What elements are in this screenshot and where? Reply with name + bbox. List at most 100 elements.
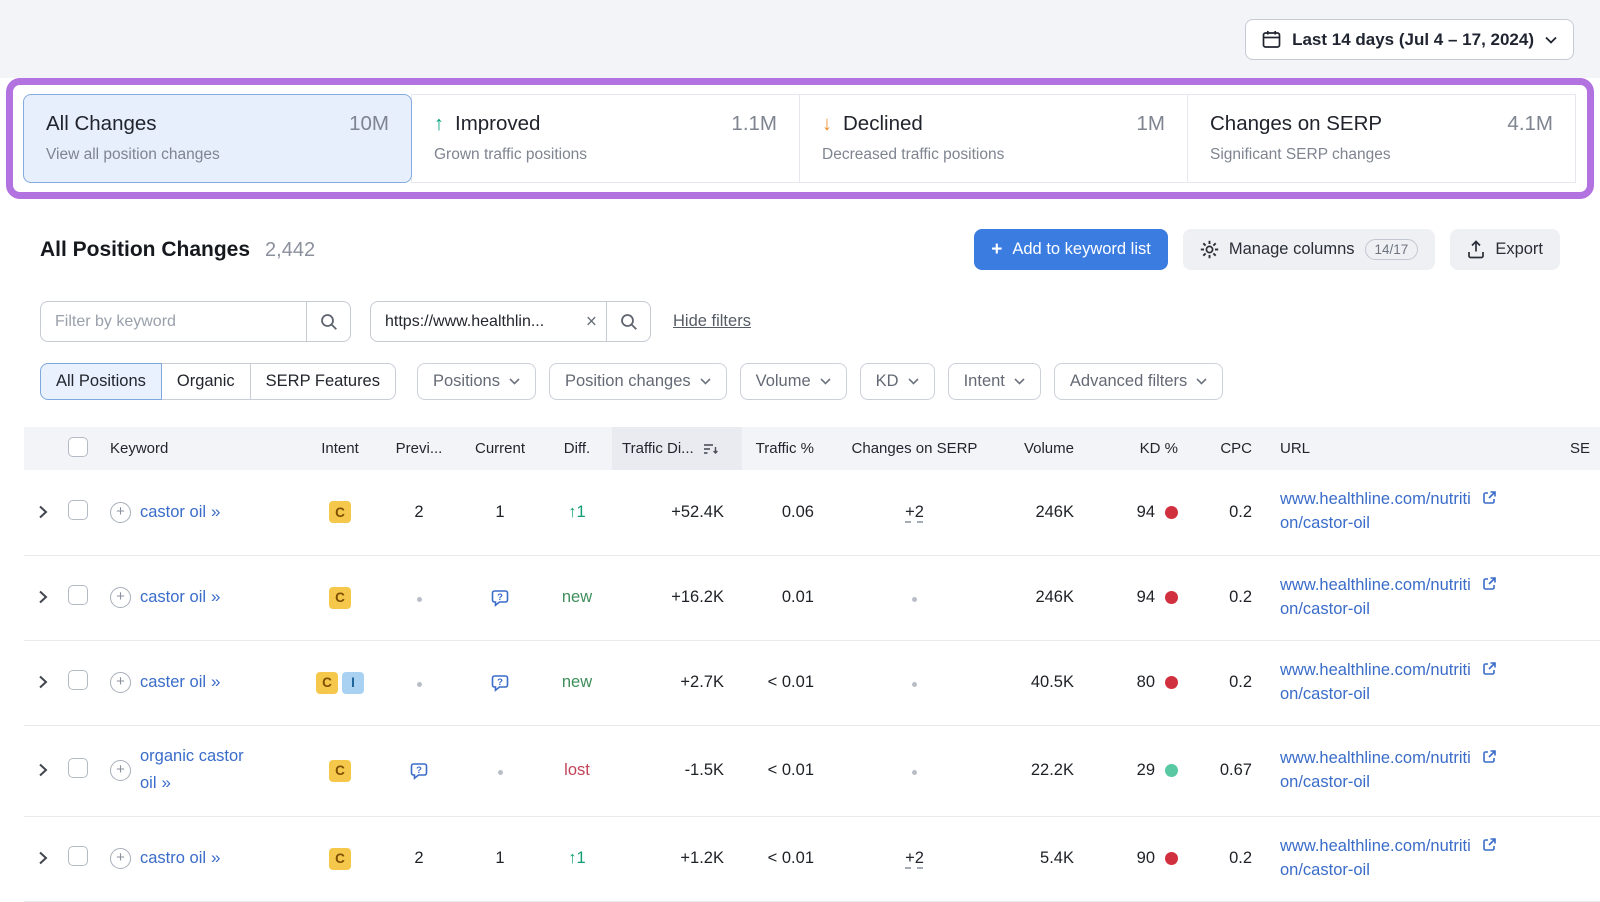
add-keyword-icon[interactable]: +: [110, 587, 131, 608]
col-traffic-pct[interactable]: Traffic %: [742, 427, 832, 470]
row-checkbox[interactable]: [68, 500, 88, 520]
external-link-icon[interactable]: [1482, 490, 1497, 505]
open-keyword-icon[interactable]: »: [211, 848, 220, 867]
expand-row-icon[interactable]: [34, 500, 53, 524]
keyword-filter-input[interactable]: [40, 301, 307, 342]
url-link[interactable]: www.healthline.com/nutrition/castor-oil: [1280, 659, 1476, 707]
tab-declined[interactable]: ↓ Declined 1M Decreased traffic position…: [799, 94, 1188, 183]
add-keyword-icon[interactable]: +: [110, 760, 131, 781]
kd-filter-dropdown[interactable]: KD: [860, 363, 935, 400]
kd-value: 80: [1137, 673, 1155, 692]
url-link[interactable]: www.healthline.com/nutrition/castor-oil: [1280, 747, 1476, 795]
export-label: Export: [1495, 240, 1543, 259]
row-checkbox[interactable]: [68, 758, 88, 778]
intent-filter-dropdown[interactable]: Intent: [948, 363, 1041, 400]
col-diff[interactable]: Diff.: [542, 427, 612, 470]
row-checkbox[interactable]: [68, 846, 88, 866]
external-link-icon[interactable]: [1482, 576, 1497, 591]
external-link-icon[interactable]: [1482, 837, 1497, 852]
traffic-pct-value: < 0.01: [768, 761, 814, 779]
add-keyword-icon[interactable]: +: [110, 848, 131, 869]
no-position-dot: [417, 597, 422, 602]
gear-icon: [1200, 240, 1219, 259]
tab-all-changes[interactable]: All Changes 10M View all position change…: [23, 94, 412, 183]
filter-chips-row: All Positions Organic SERP Features Posi…: [0, 363, 1600, 400]
date-range-picker[interactable]: Last 14 days (Jul 4 – 17, 2024): [1245, 19, 1574, 60]
tab-count: 4.1M: [1507, 112, 1553, 136]
position-changes-filter-dropdown[interactable]: Position changes: [549, 363, 727, 400]
chevron-down-icon: [509, 378, 520, 385]
chip-serp-features[interactable]: SERP Features: [250, 363, 396, 400]
kd-level-dot: [1165, 676, 1178, 689]
col-intent[interactable]: Intent: [300, 427, 380, 470]
open-keyword-icon[interactable]: »: [211, 502, 220, 521]
svg-text:?: ?: [497, 677, 503, 688]
hide-filters-link[interactable]: Hide filters: [673, 312, 751, 331]
col-previous[interactable]: Previ...: [380, 427, 458, 470]
col-url[interactable]: URL: [1270, 427, 1560, 470]
volume-filter-dropdown[interactable]: Volume: [740, 363, 847, 400]
keyword-search-button[interactable]: [306, 301, 351, 342]
serp-changes-link[interactable]: +2: [905, 503, 924, 521]
add-keyword-icon[interactable]: +: [110, 672, 131, 693]
chip-organic[interactable]: Organic: [161, 363, 251, 400]
expand-row-icon[interactable]: [34, 758, 53, 782]
row-checkbox[interactable]: [68, 670, 88, 690]
keyword-link[interactable]: organic castor oil: [140, 747, 244, 792]
col-volume[interactable]: Volume: [997, 427, 1092, 470]
sort-descending-icon: [703, 443, 718, 455]
tab-count: 10M: [349, 112, 389, 136]
open-keyword-icon[interactable]: »: [162, 773, 171, 792]
url-search-button[interactable]: [606, 301, 651, 342]
open-keyword-icon[interactable]: »: [211, 587, 220, 606]
col-current[interactable]: Current: [458, 427, 542, 470]
keyword-link[interactable]: castor oil: [140, 503, 206, 521]
volume-value: 246K: [1035, 503, 1074, 521]
advanced-filters-dropdown[interactable]: Advanced filters: [1054, 363, 1223, 400]
url-link[interactable]: www.healthline.com/nutrition/castor-oil: [1280, 574, 1476, 622]
row-checkbox[interactable]: [68, 585, 88, 605]
expand-row-icon[interactable]: [34, 585, 53, 609]
open-keyword-icon[interactable]: »: [211, 672, 220, 691]
col-changes-on-serp[interactable]: Changes on SERP: [832, 427, 997, 470]
positions-filter-dropdown[interactable]: Positions: [417, 363, 536, 400]
manage-columns-button[interactable]: Manage columns 14/17: [1183, 229, 1435, 270]
tab-changes-on-serp[interactable]: Changes on SERP 4.1M Significant SERP ch…: [1187, 94, 1576, 183]
position-diff: new: [562, 673, 592, 691]
expand-row-icon[interactable]: [34, 670, 53, 694]
external-link-icon[interactable]: [1482, 661, 1497, 676]
clear-url-icon[interactable]: ×: [586, 312, 597, 331]
tab-label: All Changes: [46, 112, 157, 136]
volume-value: 22.2K: [1031, 761, 1074, 779]
col-keyword[interactable]: Keyword: [100, 427, 300, 470]
col-traffic-diff[interactable]: Traffic Di...: [612, 427, 742, 470]
url-link[interactable]: www.healthline.com/nutrition/castor-oil: [1280, 488, 1476, 536]
url-filter-input[interactable]: [370, 301, 607, 342]
col-cpc[interactable]: CPC: [1192, 427, 1270, 470]
intent-commercial-badge: C: [329, 501, 351, 523]
keyword-link[interactable]: castor oil: [140, 588, 206, 606]
add-to-keyword-list-button[interactable]: + Add to keyword list: [974, 229, 1168, 270]
keyword-link[interactable]: caster oil: [140, 673, 206, 691]
serp-changes-link[interactable]: +2: [905, 849, 924, 867]
traffic-pct-value: < 0.01: [768, 849, 814, 867]
external-link-icon[interactable]: [1482, 749, 1497, 764]
plus-icon: +: [991, 239, 1002, 261]
select-all-checkbox[interactable]: [68, 437, 88, 457]
export-button[interactable]: Export: [1450, 229, 1560, 270]
col-kd[interactable]: KD %: [1092, 427, 1192, 470]
chevron-down-icon: [908, 378, 919, 385]
tab-improved[interactable]: ↑ Improved 1.1M Grown traffic positions: [411, 94, 800, 183]
table-row: + castro oil» C 2 1 ↑1 +1.2K < 0.01 +2 5…: [24, 816, 1600, 901]
add-keyword-icon[interactable]: +: [110, 502, 131, 523]
intent-commercial-badge: C: [329, 760, 351, 782]
url-link[interactable]: www.healthline.com/nutrition/castor-oil: [1280, 835, 1476, 883]
tab-description: Grown traffic positions: [434, 146, 777, 164]
kd-level-dot: [1165, 506, 1178, 519]
expand-row-icon[interactable]: [34, 846, 53, 870]
keyword-link[interactable]: castro oil: [140, 849, 206, 867]
chip-all-positions[interactable]: All Positions: [40, 363, 162, 400]
volume-value: 5.4K: [1040, 849, 1074, 867]
results-count: 2,442: [265, 239, 315, 262]
col-se[interactable]: SE: [1560, 427, 1600, 470]
